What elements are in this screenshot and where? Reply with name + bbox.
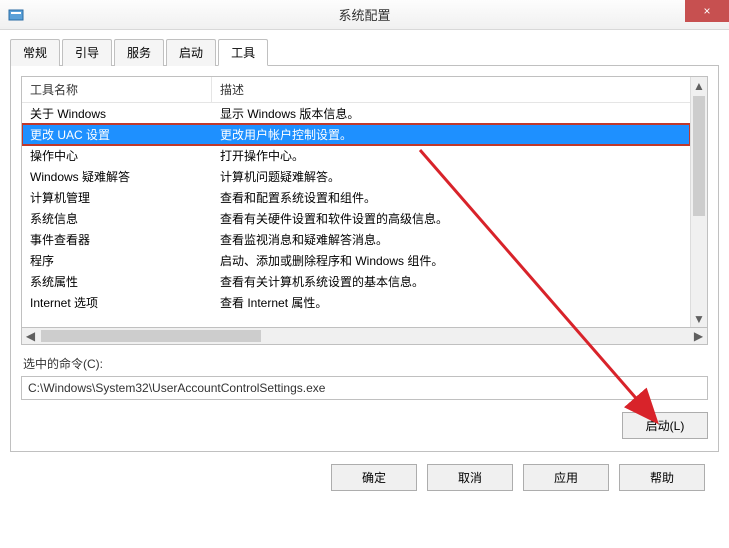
list-item[interactable]: Windows 疑难解答计算机问题疑难解答。 — [22, 166, 690, 187]
close-icon: × — [703, 4, 710, 18]
list-item-desc: 打开操作中心。 — [212, 145, 690, 166]
scroll-left-button[interactable]: ◀ — [22, 328, 39, 344]
tab-boot[interactable]: 引导 — [62, 39, 112, 66]
column-header-name[interactable]: 工具名称 — [22, 77, 212, 102]
selected-command-label: 选中的命令(C): — [23, 355, 706, 372]
list-item[interactable]: 计算机管理查看和配置系统设置和组件。 — [22, 187, 690, 208]
list-item-name: Windows 疑难解答 — [22, 166, 212, 187]
launch-button[interactable]: 启动(L) — [622, 412, 708, 439]
list-item-name: 更改 UAC 设置 — [22, 124, 212, 145]
list-item-desc: 计算机问题疑难解答。 — [212, 166, 690, 187]
tab-strip: 常规 引导 服务 启动 工具 — [10, 38, 719, 66]
list-item-name: Internet 选项 — [22, 292, 212, 313]
app-icon — [8, 7, 24, 23]
list-item-desc: 启动、添加或删除程序和 Windows 组件。 — [212, 250, 690, 271]
ok-button[interactable]: 确定 — [331, 464, 417, 491]
scroll-right-button[interactable]: ▶ — [690, 328, 707, 344]
list-item[interactable]: 系统信息查看有关硬件设置和软件设置的高级信息。 — [22, 208, 690, 229]
chevron-right-icon: ▶ — [694, 329, 703, 343]
button-label: 启动(L) — [646, 419, 685, 433]
list-item-desc: 查看 Internet 属性。 — [212, 292, 690, 313]
tab-label: 工具 — [231, 46, 255, 60]
selected-command-input[interactable] — [21, 376, 708, 400]
tab-label: 服务 — [127, 46, 151, 60]
button-label: 确定 — [362, 471, 386, 485]
list-item-desc: 查看和配置系统设置和组件。 — [212, 187, 690, 208]
cancel-button[interactable]: 取消 — [427, 464, 513, 491]
list-item[interactable]: 操作中心打开操作中心。 — [22, 145, 690, 166]
chevron-up-icon: ▲ — [693, 79, 705, 93]
vertical-scrollbar[interactable]: ▲ ▼ — [690, 77, 707, 327]
chevron-left-icon: ◀ — [26, 329, 35, 343]
tab-tools[interactable]: 工具 — [218, 39, 268, 66]
list-item[interactable]: Internet 选项查看 Internet 属性。 — [22, 292, 690, 313]
close-button[interactable]: × — [685, 0, 729, 22]
scroll-thumb[interactable] — [41, 330, 261, 342]
list-item[interactable]: 关于 Windows显示 Windows 版本信息。 — [22, 103, 690, 124]
list-item-desc: 显示 Windows 版本信息。 — [212, 103, 690, 124]
list-item[interactable]: 更改 UAC 设置更改用户帐户控制设置。 — [22, 124, 690, 145]
help-button[interactable]: 帮助 — [619, 464, 705, 491]
list-item[interactable]: 程序启动、添加或删除程序和 Windows 组件。 — [22, 250, 690, 271]
column-header-desc[interactable]: 描述 — [212, 77, 690, 102]
list-item-name: 系统信息 — [22, 208, 212, 229]
tab-panel-tools: 工具名称 描述 关于 Windows显示 Windows 版本信息。更改 UAC… — [10, 66, 719, 452]
list-item[interactable]: 事件查看器查看监视消息和疑难解答消息。 — [22, 229, 690, 250]
window-title: 系统配置 — [338, 5, 390, 24]
scroll-up-button[interactable]: ▲ — [691, 77, 707, 94]
tab-label: 启动 — [179, 46, 203, 60]
button-label: 应用 — [554, 471, 578, 485]
scroll-track[interactable] — [691, 94, 707, 310]
list-header: 工具名称 描述 — [22, 77, 690, 103]
tab-general[interactable]: 常规 — [10, 39, 60, 66]
list-item-name: 事件查看器 — [22, 229, 212, 250]
tab-startup[interactable]: 启动 — [166, 39, 216, 66]
scroll-down-button[interactable]: ▼ — [691, 310, 707, 327]
dialog-button-row: 确定 取消 应用 帮助 — [10, 452, 719, 491]
tools-listview[interactable]: 工具名称 描述 关于 Windows显示 Windows 版本信息。更改 UAC… — [21, 76, 708, 328]
list-item-desc: 查看有关硬件设置和软件设置的高级信息。 — [212, 208, 690, 229]
tab-services[interactable]: 服务 — [114, 39, 164, 66]
list-item[interactable]: 系统属性查看有关计算机系统设置的基本信息。 — [22, 271, 690, 292]
list-item-desc: 查看监视消息和疑难解答消息。 — [212, 229, 690, 250]
list-item-desc: 更改用户帐户控制设置。 — [212, 124, 690, 145]
chevron-down-icon: ▼ — [693, 312, 705, 326]
list-item-name: 操作中心 — [22, 145, 212, 166]
button-label: 取消 — [458, 471, 482, 485]
scroll-track[interactable] — [39, 328, 690, 344]
horizontal-scrollbar[interactable]: ◀ ▶ — [21, 328, 708, 345]
tab-label: 常规 — [23, 46, 47, 60]
tab-label: 引导 — [75, 46, 99, 60]
list-item-name: 计算机管理 — [22, 187, 212, 208]
list-item-desc: 查看有关计算机系统设置的基本信息。 — [212, 271, 690, 292]
list-item-name: 关于 Windows — [22, 103, 212, 124]
list-item-name: 系统属性 — [22, 271, 212, 292]
button-label: 帮助 — [650, 471, 674, 485]
title-bar: 系统配置 × — [0, 0, 729, 30]
scroll-thumb[interactable] — [693, 96, 705, 216]
list-item-name: 程序 — [22, 250, 212, 271]
apply-button[interactable]: 应用 — [523, 464, 609, 491]
